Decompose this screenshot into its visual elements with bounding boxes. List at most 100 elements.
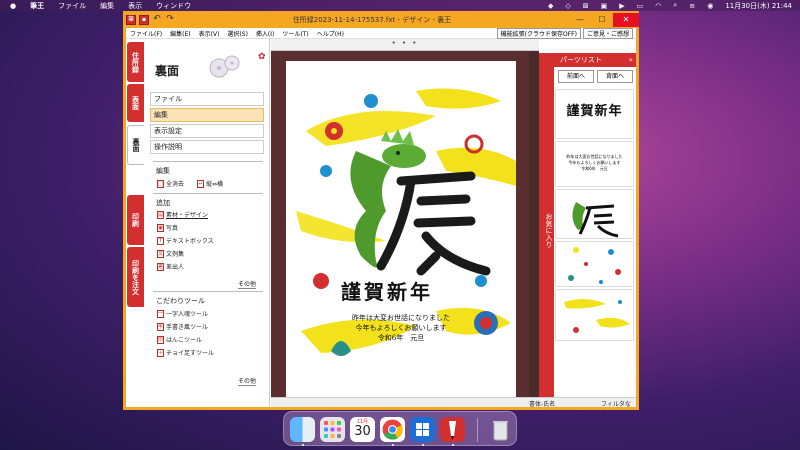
tab-address-book[interactable]: 住所録 [127, 42, 144, 82]
control-center-icon[interactable]: ≡ [689, 2, 695, 10]
tab-print[interactable]: 印刷 [127, 195, 144, 245]
save-icon[interactable]: ▪ [139, 14, 149, 25]
fudeoh-app-icon[interactable] [440, 417, 465, 442]
tool-photo[interactable]: ▣ 写真 [157, 223, 178, 232]
status-bar: 書体-氏名 フィルタなし [271, 397, 636, 417]
apple-icon[interactable]: ● [10, 2, 16, 10]
trash-can-icon [493, 421, 508, 441]
document-icon: □ [157, 179, 164, 188]
gear-icon[interactable]: ✿ [258, 52, 266, 62]
parts-thumb-flowers[interactable] [555, 241, 634, 287]
parts-thumb-message[interactable]: 昨年は大変お世話になりました 今年もよろしくお願いします 令和6年 元旦 [555, 141, 634, 187]
wifi-icon[interactable]: ◠ [655, 2, 661, 10]
search-icon[interactable]: ⌕ [673, 1, 677, 10]
tool-ichiji[interactable]: 一一字入魂ツール [157, 309, 208, 318]
favorites-tab[interactable]: お気に入り [539, 53, 554, 397]
tool-clear-all[interactable]: □ 全消去 [157, 179, 184, 188]
tool-hanko[interactable]: 印はんこツール [157, 335, 202, 344]
chrome-logo-icon [382, 419, 403, 440]
panel-menu-edit[interactable]: 編集 [150, 108, 264, 122]
send-back-button[interactable]: 背面へ [597, 70, 633, 83]
menu-file[interactable]: ファイル(F) [126, 29, 166, 38]
title-bar[interactable]: 筆 ▪ ↶ ↷ 住所録2023-11-14-175537.fxt - デザイン … [123, 11, 639, 28]
panel-menu-display[interactable]: 表示設定 [150, 124, 264, 138]
finder-icon[interactable] [290, 417, 315, 442]
menu-edit[interactable]: 編集 [100, 1, 114, 11]
tool-choitasu[interactable]: ＋チョイ足すツール [157, 348, 214, 357]
design-canvas-area[interactable]: • • • 謹賀新年 昨年は大変お世話になりました 今年もよろしくお願いします … [271, 39, 539, 407]
menu-file[interactable]: ファイル [58, 1, 86, 11]
double-chevron-icon[interactable]: » [629, 53, 633, 67]
minimize-button[interactable]: — [569, 13, 591, 27]
clock[interactable]: 11月30日(木) 21:44 [725, 1, 792, 11]
textbox-icon: T [157, 236, 164, 245]
extension-button[interactable]: 機能拡張(クラウド保存OFF) [496, 27, 581, 39]
panel-title: 裏面 [155, 64, 180, 78]
app-status-icon[interactable]: ▣ [601, 2, 608, 10]
bring-front-button[interactable]: 前面へ [558, 70, 594, 83]
launchpad-grid-icon [324, 421, 341, 438]
brush-app-icon [449, 421, 456, 440]
close-button[interactable]: ✕ [613, 12, 639, 27]
menu-view[interactable]: 表示 [128, 1, 142, 11]
brush-icon: 一 [157, 309, 164, 318]
tool-textbox[interactable]: T テキストボックス [157, 236, 214, 245]
siri-icon[interactable]: ◉ [707, 2, 713, 10]
close-box-icon[interactable]: ⊠ [583, 2, 589, 10]
menu-help[interactable]: ヘルプ(H) [313, 29, 348, 38]
panel-menu-file[interactable]: ファイル [150, 92, 264, 106]
battery-icon[interactable]: ▭ [637, 2, 644, 10]
section-kodawari: こだわりツール [156, 297, 205, 305]
section-add: 追加 [156, 199, 170, 207]
dropbox-icon[interactable]: ◆ [548, 2, 553, 10]
parts-list-header: パーツリスト » [554, 53, 636, 67]
app-window: 筆 ▪ ↶ ↷ 住所録2023-11-14-175537.fxt - デザイン … [123, 11, 639, 417]
material-icon: ▤ [157, 210, 164, 219]
menu-tools[interactable]: ツール(T) [278, 29, 312, 38]
maximize-button[interactable]: ☐ [591, 13, 613, 27]
more-link-add[interactable]: その他 [238, 279, 257, 289]
card-greeting[interactable]: 謹賀新年 [341, 276, 433, 305]
parts-thumb-dragon[interactable] [555, 189, 634, 239]
menu-window[interactable]: ウィンドウ [156, 1, 191, 11]
card-message-2[interactable]: 今年もよろしくお願いします [316, 323, 486, 333]
phrases-icon: 文 [157, 249, 164, 258]
play-icon[interactable]: ▶ [619, 2, 624, 10]
parts-thumb-greeting[interactable]: 謹賀新年 [555, 89, 634, 139]
calendar-icon[interactable]: 11月 30 [350, 417, 375, 442]
postcard-canvas[interactable]: 謹賀新年 昨年は大変お世話になりました 今年もよろしくお願いします 令和6年 元… [286, 61, 516, 403]
undo-icon[interactable]: ↶ [152, 14, 162, 25]
tab-back[interactable]: 裏面 [127, 125, 144, 165]
menu-insert[interactable]: 挿入(I) [252, 29, 278, 38]
trash-icon[interactable] [488, 417, 513, 442]
windows-app-icon[interactable] [410, 417, 435, 442]
running-indicator [422, 444, 424, 446]
tab-order-print[interactable]: 印刷を注文 [127, 247, 144, 307]
tool-rotate[interactable]: ↔ 縦⇔横 [197, 179, 223, 188]
running-indicator [302, 444, 304, 446]
tool-sender[interactable]: 差差出人 [157, 262, 184, 271]
panel-menu-help[interactable]: 操作説明 [150, 140, 264, 154]
app-logo-icon[interactable]: 筆 [126, 14, 136, 25]
parts-thumb-strokes[interactable] [555, 289, 634, 341]
tool-handwriting[interactable]: 手手書き風ツール [157, 322, 208, 331]
left-panel: 裏面 ✿ ファイル 編集 表示設定 操作説明 編集 □ 全消去 ↔ 縦⇔横 追加 ▤… [145, 39, 270, 407]
dropbox-icon-2[interactable]: ◇ [565, 2, 570, 10]
tool-phrases[interactable]: 文文例集 [157, 249, 184, 258]
card-message-1[interactable]: 昨年は大変お世話になりました [316, 313, 486, 323]
launchpad-icon[interactable] [320, 417, 345, 442]
more-link-kodawari[interactable]: その他 [238, 376, 257, 386]
tool-material-design[interactable]: ▤ 素材・デザイン [157, 210, 208, 219]
feedback-button[interactable]: ご意見・ご感想 [582, 27, 633, 39]
redo-icon[interactable]: ↷ [165, 14, 175, 25]
menu-view[interactable]: 表示(V) [195, 29, 224, 38]
menu-bar: ファイル(F) 編集(E) 表示(V) 選択(S) 挿入(I) ツール(T) ヘ… [126, 27, 636, 39]
menu-select[interactable]: 選択(S) [223, 29, 252, 38]
menu-edit[interactable]: 編集(E) [166, 29, 194, 38]
vertical-scrollbar[interactable] [529, 51, 539, 397]
photo-icon: ▣ [157, 223, 164, 232]
tab-front[interactable]: 表面 [127, 84, 144, 122]
app-menu[interactable]: 筆王 [30, 1, 44, 11]
chrome-icon[interactable] [380, 417, 405, 442]
card-message-3[interactable]: 令和6年 元旦 [316, 333, 486, 343]
